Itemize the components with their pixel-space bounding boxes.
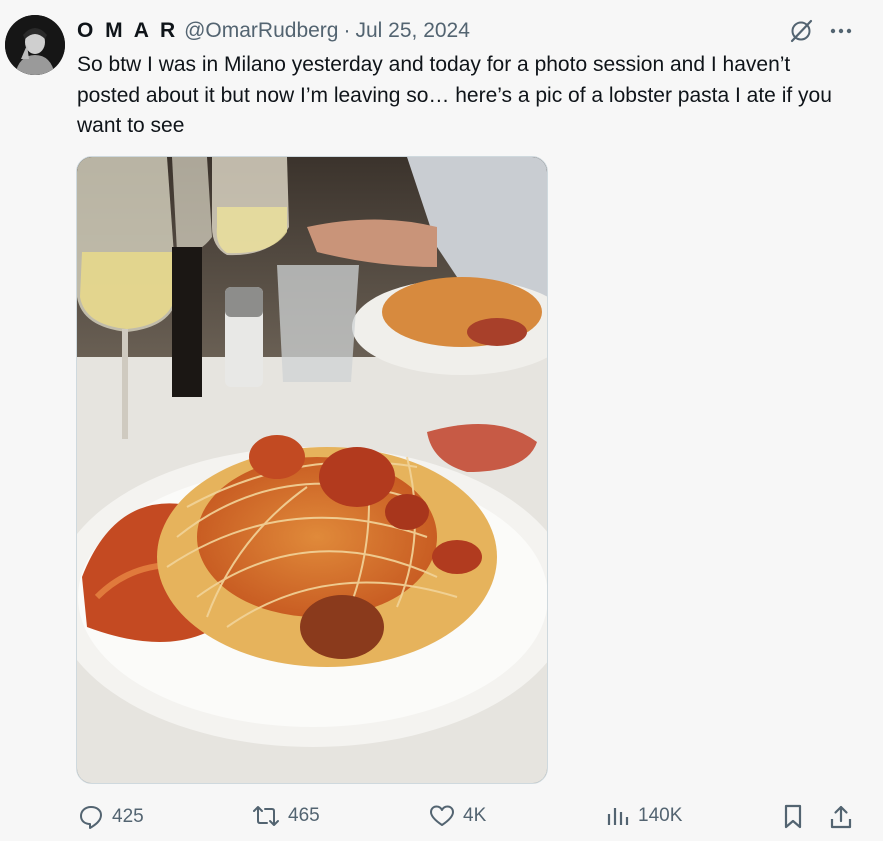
reply-icon: [80, 806, 102, 829]
tweet-actions: 425 465 4K 140K: [0, 800, 883, 840]
tweet-photo[interactable]: [76, 156, 548, 784]
reply-button[interactable]: 425: [78, 804, 144, 830]
lobster-pasta-photo: [77, 157, 547, 783]
share-icon: [830, 805, 852, 829]
repost-button[interactable]: 465: [252, 804, 320, 828]
like-button[interactable]: 4K: [429, 804, 486, 828]
more-icon: [830, 28, 852, 34]
author-handle[interactable]: @OmarRudberg: [184, 19, 338, 43]
grok-icon: [790, 19, 813, 43]
tweet-header: O M A R @OmarRudberg · Jul 25, 2024: [77, 16, 470, 46]
like-count: 4K: [463, 805, 487, 826]
like-icon: [430, 805, 454, 826]
reply-count: 425: [112, 806, 144, 827]
repost-count: 465: [288, 805, 320, 826]
author-name[interactable]: O M A R: [77, 19, 178, 43]
views-count: 140K: [638, 805, 683, 826]
share-button[interactable]: [828, 804, 854, 830]
avatar[interactable]: [5, 15, 65, 75]
bookmark-icon: [784, 804, 802, 829]
more-button[interactable]: [826, 16, 856, 46]
bookmark-button[interactable]: [782, 804, 804, 830]
grok-button[interactable]: [786, 16, 816, 46]
tweet-date[interactable]: Jul 25, 2024: [355, 19, 469, 43]
views-button[interactable]: 140K: [606, 804, 682, 828]
tweet-text: So btw I was in Milano yesterday and tod…: [77, 53, 832, 137]
repost-icon: [253, 806, 279, 826]
separator-dot: ·: [343, 19, 351, 42]
views-icon: [607, 808, 629, 825]
